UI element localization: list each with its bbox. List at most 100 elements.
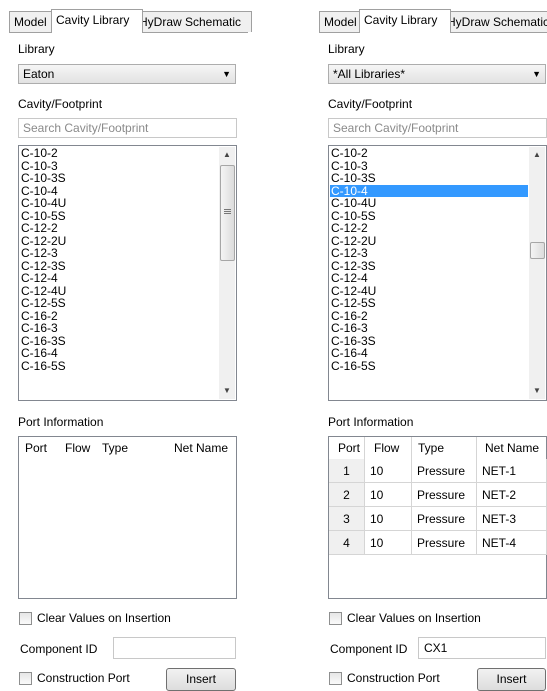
cavity-list-item[interactable]: C-12-5S [20, 297, 218, 310]
port-table[interactable]: Port Flow Type Net Name [18, 436, 237, 599]
cavity-list-item[interactable]: C-12-5S [330, 297, 528, 310]
construction-port-checkbox[interactable] [19, 672, 32, 685]
vertical-scrollbar[interactable]: ▲ ▼ [529, 147, 545, 399]
library-label: Library [328, 42, 365, 56]
cavity-footprint-label: Cavity/Footprint [18, 97, 103, 111]
cavity-list-item[interactable]: C-16-4 [330, 347, 528, 360]
library-select[interactable]: Eaton ▼ [18, 64, 236, 84]
cell-flow[interactable]: 10 [365, 507, 412, 531]
cavity-list-item[interactable]: C-12-3 [330, 247, 528, 260]
chevron-down-icon: ▼ [532, 69, 541, 79]
tab-cavity-library[interactable]: Cavity Library [359, 9, 451, 33]
right-panel: Model Cavity Library HyDraw Schematic Li… [319, 0, 547, 691]
column-header-port[interactable]: Port [329, 437, 365, 459]
cell-net[interactable]: NET-3 [477, 507, 547, 531]
cavity-list[interactable]: C-10-2 C-10-3 C-10-3S C-10-4 C-10-4U C-10-5S C… [328, 145, 547, 401]
cavity-list-item[interactable]: C-10-4U [20, 197, 218, 210]
cell-flow[interactable]: 10 [365, 459, 412, 483]
clear-values-label: Clear Values on Insertion [347, 611, 481, 625]
column-header-type[interactable]: Type [96, 437, 166, 459]
cavity-list-item[interactable]: C-16-3 [20, 322, 218, 335]
cavity-list-item[interactable]: C-16-3 [330, 322, 528, 335]
component-id-input[interactable]: CX1 [418, 637, 546, 659]
column-header-net-name[interactable]: Net Name [166, 437, 238, 459]
cavity-list-item[interactable]: C-12-3 [20, 247, 218, 260]
table-row[interactable]: 4 10 Pressure NET-4 [329, 531, 547, 555]
scroll-thumb[interactable] [530, 242, 545, 259]
table-row[interactable]: 2 10 Pressure NET-2 [329, 483, 547, 507]
column-header-net-name[interactable]: Net Name [477, 437, 547, 459]
cavity-search-input[interactable]: Search Cavity/Footprint [18, 118, 237, 138]
insert-button[interactable]: Insert [166, 668, 236, 691]
cell-net[interactable]: NET-4 [477, 531, 547, 555]
cavity-list-item[interactable]: C-10-4U [330, 197, 528, 210]
cell-net[interactable]: NET-1 [477, 459, 547, 483]
scroll-thumb[interactable] [220, 165, 235, 261]
cavity-list-item[interactable]: C-10-2 [330, 147, 528, 160]
scroll-down-icon[interactable]: ▼ [529, 383, 545, 399]
chevron-down-icon: ▼ [222, 69, 231, 79]
tab-cavity-library[interactable]: Cavity Library [51, 9, 143, 33]
port-information-label: Port Information [328, 415, 414, 429]
table-row[interactable]: 3 10 Pressure NET-3 [329, 507, 547, 531]
cavity-list[interactable]: C-10-2 C-10-3 C-10-3S C-10-4 C-10-4U C-10-5S C… [18, 145, 237, 401]
cavity-list-item[interactable]: C-10-2 [20, 147, 218, 160]
insert-button[interactable]: Insert [477, 668, 546, 691]
vertical-scrollbar[interactable]: ▲ ▼ [219, 147, 235, 399]
scroll-up-icon[interactable]: ▲ [219, 147, 235, 163]
column-header-port[interactable]: Port [19, 437, 59, 459]
column-header-flow[interactable]: Flow [59, 437, 96, 459]
clear-values-checkbox[interactable] [329, 612, 342, 625]
cell-port[interactable]: 4 [329, 531, 365, 555]
cell-port[interactable]: 3 [329, 507, 365, 531]
cell-type[interactable]: Pressure [412, 459, 477, 483]
cell-type[interactable]: Pressure [412, 483, 477, 507]
left-panel: Model Cavity Library HyDraw Schematic Li… [9, 0, 252, 691]
library-select[interactable]: *All Libraries* ▼ [328, 64, 546, 84]
component-id-label: Component ID [20, 642, 98, 656]
tab-hydraw-schematic[interactable]: HyDraw Schematic [442, 11, 547, 32]
cavity-list-item[interactable]: C-16-5S [330, 359, 528, 373]
cavity-list-item[interactable]: C-12-2 [20, 222, 218, 235]
table-row[interactable]: 1 10 Pressure NET-1 [329, 459, 547, 483]
tab-strip: Model Cavity Library HyDraw Schematic [9, 9, 252, 33]
scroll-down-icon[interactable]: ▼ [219, 383, 235, 399]
cavity-list-item[interactable]: C-12-2 [330, 222, 528, 235]
cavity-list-items: C-10-2 C-10-3 C-10-3S C-10-4 C-10-4U C-10-5S C… [20, 147, 218, 372]
tab-hydraw-schematic[interactable]: HyDraw Schematic [134, 11, 252, 32]
cavity-search-input[interactable]: Search Cavity/Footprint [328, 118, 547, 138]
component-id-input[interactable] [113, 637, 236, 659]
cavity-list-item[interactable]: C-10-3S [330, 172, 528, 185]
column-header-flow[interactable]: Flow [365, 437, 412, 459]
port-information-label: Port Information [18, 415, 104, 429]
cell-port[interactable]: 2 [329, 483, 365, 507]
cell-port[interactable]: 1 [329, 459, 365, 483]
library-select-value: *All Libraries* [333, 67, 406, 81]
cavity-footprint-label: Cavity/Footprint [328, 97, 413, 111]
cavity-list-item[interactable]: C-12-4 [20, 272, 218, 285]
cell-type[interactable]: Pressure [412, 531, 477, 555]
construction-port-label: Construction Port [347, 671, 440, 685]
scroll-up-icon[interactable]: ▲ [529, 147, 545, 163]
cavity-list-item[interactable]: C-16-5S [20, 359, 218, 373]
cell-flow[interactable]: 10 [365, 531, 412, 555]
cavity-list-item[interactable]: C-10-3S [20, 172, 218, 185]
component-id-label: Component ID [330, 642, 408, 656]
port-table[interactable]: Port Flow Type Net Name 1 10 Pressure NET-1… [328, 436, 547, 599]
column-header-type[interactable]: Type [412, 437, 477, 459]
cell-net[interactable]: NET-2 [477, 483, 547, 507]
clear-values-checkbox[interactable] [19, 612, 32, 625]
cavity-list-items: C-10-2 C-10-3 C-10-3S C-10-4 C-10-4U C-10-5S C… [330, 147, 528, 372]
library-label: Library [18, 42, 55, 56]
cavity-list-item[interactable]: C-16-4 [20, 347, 218, 360]
cell-flow[interactable]: 10 [365, 483, 412, 507]
port-table-header: Port Flow Type Net Name [19, 437, 236, 459]
library-select-value: Eaton [23, 67, 55, 81]
cavity-list-item[interactable]: C-12-4 [330, 272, 528, 285]
clear-values-label: Clear Values on Insertion [37, 611, 171, 625]
cell-type[interactable]: Pressure [412, 507, 477, 531]
port-table-header: Port Flow Type Net Name [329, 437, 546, 459]
tab-strip: Model Cavity Library HyDraw Schematic [319, 9, 547, 33]
construction-port-label: Construction Port [37, 671, 130, 685]
construction-port-checkbox[interactable] [329, 672, 342, 685]
